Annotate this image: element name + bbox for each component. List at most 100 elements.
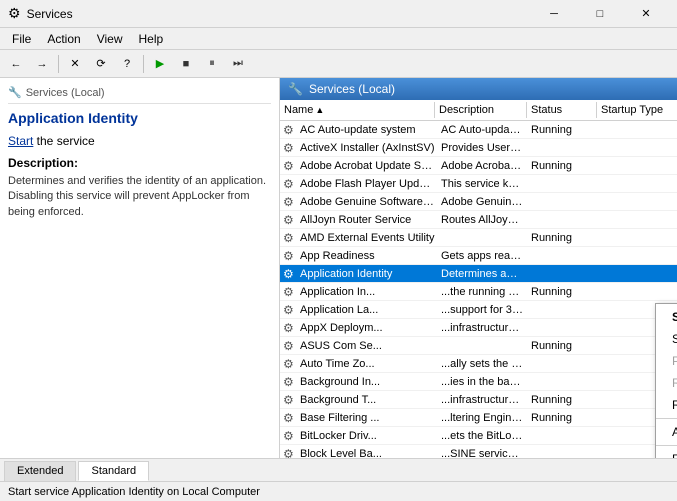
- title-bar: ⚙ Services ─ □ ✕: [0, 0, 677, 28]
- table-row[interactable]: Adobe Acrobat Update Serv... Adobe Acrob…: [280, 157, 677, 175]
- service-startup: [597, 237, 677, 239]
- toolbar-stop2-btn[interactable]: ■: [174, 53, 198, 75]
- table-body[interactable]: AC Auto-update system AC Auto-updating s…: [280, 121, 677, 458]
- toolbar-skip-btn[interactable]: ⏭: [226, 53, 250, 75]
- table-row[interactable]: App Readiness Gets apps ready for use th…: [280, 247, 677, 265]
- service-icon: [282, 356, 298, 372]
- service-startup: [597, 219, 677, 221]
- table-row[interactable]: AppX Deploym... ...infrastructure suppor…: [280, 319, 677, 337]
- link-suffix: the service: [33, 134, 94, 148]
- service-icon: [282, 212, 298, 228]
- gear-icon: [283, 159, 297, 173]
- service-status: Running: [527, 411, 597, 425]
- service-name: BitLocker Driv...: [298, 429, 437, 443]
- service-name: Adobe Flash Player Update ...: [298, 177, 437, 191]
- ctx-item-stop[interactable]: Stop: [656, 328, 677, 350]
- service-name: AllJoyn Router Service: [298, 213, 437, 227]
- ctx-item-restart[interactable]: Restart: [656, 394, 677, 416]
- table-row[interactable]: Block Level Ba... ...SINE service is use…: [280, 445, 677, 458]
- gear-icon: [283, 177, 297, 191]
- service-name: Auto Time Zo...: [298, 357, 437, 371]
- service-startup: [597, 129, 677, 131]
- service-status: [527, 363, 597, 365]
- title-bar-title: Services: [27, 7, 531, 21]
- table-row[interactable]: Auto Time Zo... ...ally sets the system …: [280, 355, 677, 373]
- table-row[interactable]: Background T... ...infrastructure servic…: [280, 391, 677, 409]
- service-icon: [282, 338, 298, 354]
- service-desc: This service keeps your Adobe Fl...: [437, 177, 527, 191]
- menu-item-file[interactable]: File: [4, 30, 39, 48]
- toolbar-play-btn[interactable]: ▶: [148, 53, 172, 75]
- menu-item-help[interactable]: Help: [131, 30, 172, 48]
- ctx-item-start[interactable]: Start: [656, 306, 677, 328]
- status-text: Start service Application Identity on Lo…: [8, 486, 260, 498]
- table-row[interactable]: AMD External Events Utility Running: [280, 229, 677, 247]
- service-status: Running: [527, 339, 597, 353]
- toolbar-refresh-btn[interactable]: ⟳: [89, 53, 113, 75]
- service-status: Running: [527, 159, 597, 173]
- service-desc: Provides User Account Control v...: [437, 141, 527, 155]
- toolbar-help-btn[interactable]: ?: [115, 53, 139, 75]
- table-row[interactable]: Base Filtering ... ...ltering Engine (BF…: [280, 409, 677, 427]
- menu-item-action[interactable]: Action: [39, 30, 88, 48]
- menu-item-view[interactable]: View: [89, 30, 131, 48]
- start-link[interactable]: Start: [8, 134, 33, 148]
- service-desc: [437, 237, 527, 239]
- table-row[interactable]: AC Auto-update system AC Auto-updating s…: [280, 121, 677, 139]
- service-name: AppX Deploym...: [298, 321, 437, 335]
- table-row[interactable]: ActiveX Installer (AxInstSV) Provides Us…: [280, 139, 677, 157]
- toolbar-forward-btn[interactable]: →: [30, 53, 54, 75]
- tab-standard[interactable]: Standard: [78, 461, 149, 481]
- table-row[interactable]: Adobe Genuine Software In... Adobe Genui…: [280, 193, 677, 211]
- table-row[interactable]: AllJoyn Router Service Routes AllJoyn me…: [280, 211, 677, 229]
- service-startup: [597, 165, 677, 167]
- gear-icon: [283, 249, 297, 263]
- gear-icon: [283, 339, 297, 353]
- toolbar-back-btn[interactable]: ←: [4, 53, 28, 75]
- tab-bar: ExtendedStandard: [0, 458, 677, 481]
- ctx-item-refresh[interactable]: Refresh: [656, 448, 677, 458]
- service-desc: ...ets the BitLocker Drive...: [437, 429, 527, 443]
- table-row[interactable]: Background In... ...ies in the backgroun…: [280, 373, 677, 391]
- service-startup: [597, 255, 677, 257]
- service-desc: Gets apps ready for use the first ti...: [437, 249, 527, 263]
- service-icon: [282, 302, 298, 318]
- toolbar-stop-btn[interactable]: ✕: [63, 53, 87, 75]
- col-header-status[interactable]: Status: [527, 102, 597, 118]
- service-startup: [597, 291, 677, 293]
- service-desc: ...ltering Engine (BFE) is...: [437, 411, 527, 425]
- ctx-item-resume: Resume: [656, 372, 677, 394]
- close-button[interactable]: ✕: [623, 0, 669, 28]
- col-header-name[interactable]: Name ▲: [280, 102, 435, 118]
- col-header-startup[interactable]: Startup Type: [597, 102, 677, 118]
- gear-icon: [283, 231, 297, 245]
- service-icon: [282, 122, 298, 138]
- service-name: Background T...: [298, 393, 437, 407]
- service-status: [527, 255, 597, 257]
- service-desc: ...infrastructure service t...: [437, 393, 527, 407]
- desc-text: Determines and verifies the identity of …: [8, 174, 271, 220]
- table-row[interactable]: Adobe Flash Player Update ... This servi…: [280, 175, 677, 193]
- status-bar: Start service Application Identity on Lo…: [0, 481, 677, 501]
- table-row[interactable]: BitLocker Driv... ...ets the BitLocker D…: [280, 427, 677, 445]
- service-name: Application La...: [298, 303, 437, 317]
- maximize-button[interactable]: □: [577, 0, 623, 28]
- service-startup: [597, 183, 677, 185]
- gear-icon: [283, 375, 297, 389]
- table-row[interactable]: Application In... ...the running of inte…: [280, 283, 677, 301]
- table-row[interactable]: Application Identity Determines and veri…: [280, 265, 677, 283]
- tab-extended[interactable]: Extended: [4, 461, 76, 481]
- service-desc: ...ies in the background ...: [437, 375, 527, 389]
- minimize-button[interactable]: ─: [531, 0, 577, 28]
- col-header-desc[interactable]: Description: [435, 102, 527, 118]
- service-name: Application In...: [298, 285, 437, 299]
- title-bar-controls: ─ □ ✕: [531, 0, 669, 28]
- table-row[interactable]: Application La... ...support for 3rd par…: [280, 301, 677, 319]
- ctx-item-all-tasks[interactable]: All Tasks▶: [656, 421, 677, 443]
- service-startup: [597, 147, 677, 149]
- toolbar-pause-btn[interactable]: ⏸: [200, 53, 224, 75]
- service-desc: Routes AllJoyn messages for the l...: [437, 213, 527, 227]
- panel-header-text: Services (Local): [26, 87, 105, 99]
- service-desc: Adobe Acrobat Updater keeps yo...: [437, 159, 527, 173]
- table-row[interactable]: ASUS Com Se... Running: [280, 337, 677, 355]
